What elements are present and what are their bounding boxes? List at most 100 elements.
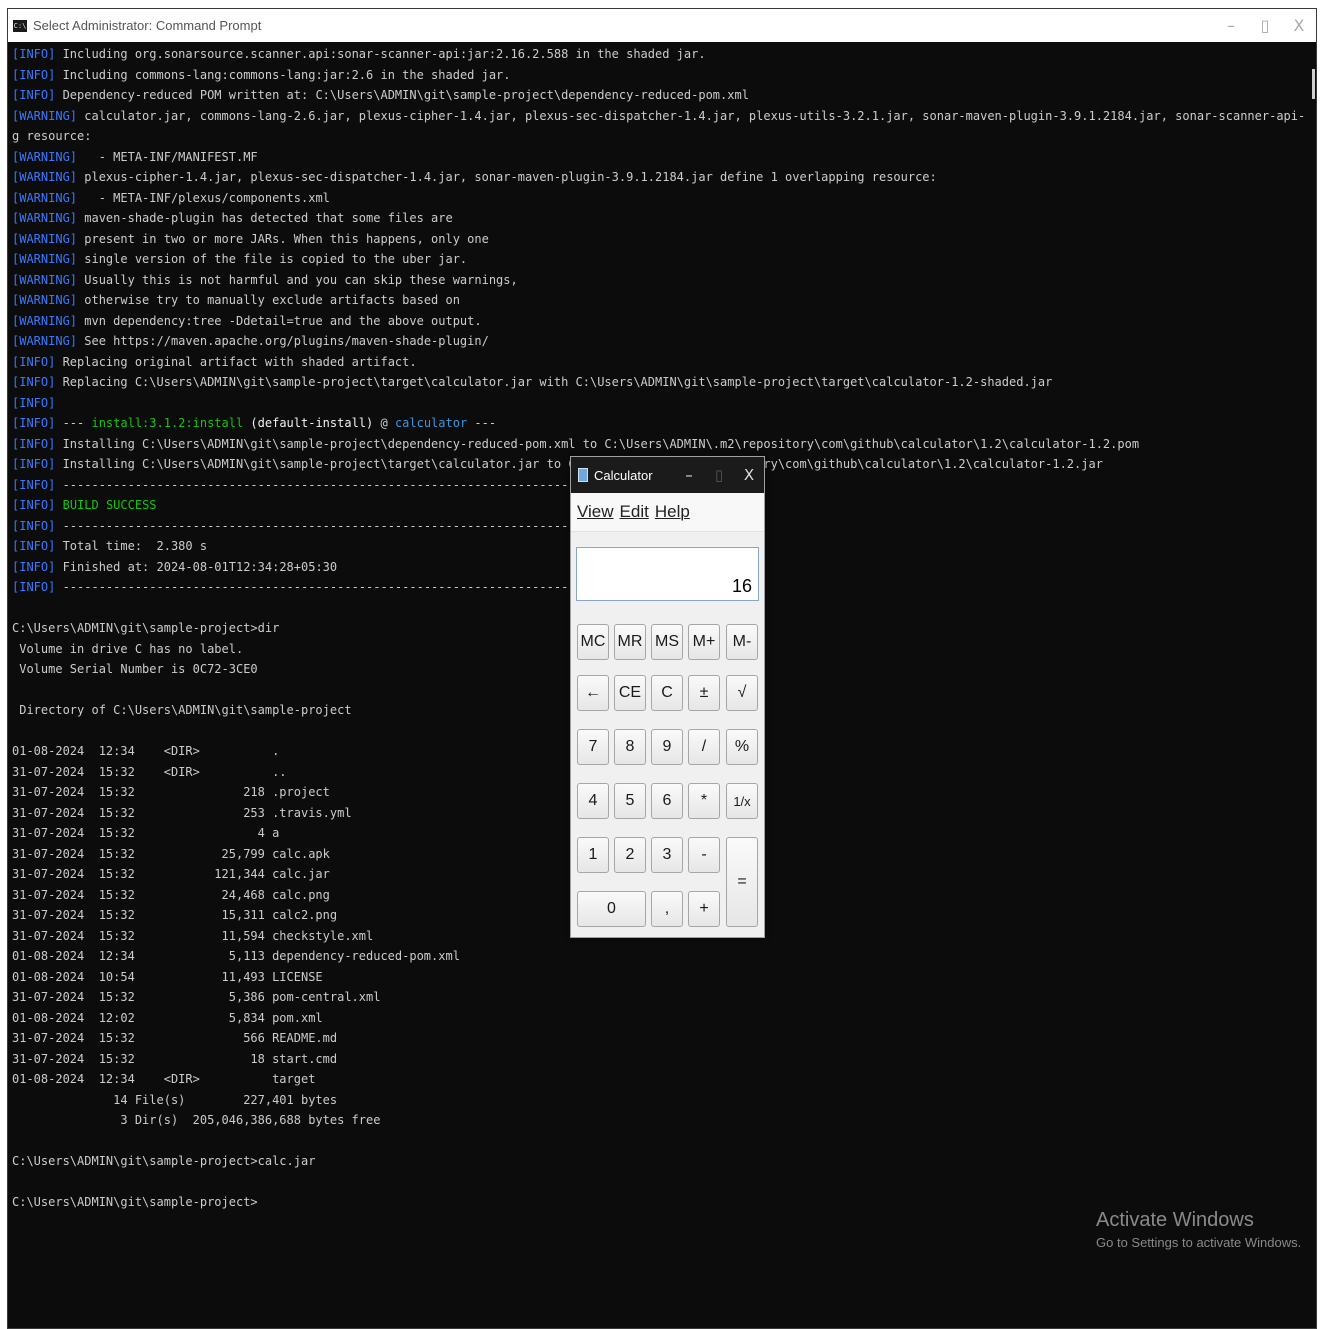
log-level-tag: [WARNING] <box>12 108 78 123</box>
console-line: [WARNING] calculator.jar, commons-lang-2… <box>12 106 1304 127</box>
console-text: calculator.jar, commons-lang-2.6.jar, pl… <box>84 108 1304 123</box>
console-text: ----------------------------------------… <box>55 477 583 492</box>
calc-button-ce[interactable]: CE <box>614 675 646 711</box>
console-text: 31-07-2024 15:32 5,386 pom-central.xml <box>12 990 381 1004</box>
calculator-title: Calculator <box>594 467 653 483</box>
cmd-maximize-button[interactable]: ▯ <box>1248 16 1282 35</box>
calc-button-reciprocal[interactable]: 1/x <box>726 783 758 819</box>
cmd-window-title: Select Administrator: Command Prompt <box>33 18 262 33</box>
console-text: --- <box>467 416 497 430</box>
calc-button-mr[interactable]: MR <box>614 624 646 660</box>
console-text: ----------------------------------------… <box>55 518 583 533</box>
calc-button-negate[interactable]: ± <box>688 675 720 711</box>
console-text: Volume Serial Number is 0C72-3CE0 <box>12 662 258 676</box>
console-text: 14 File(s) 227,401 bytes <box>12 1092 338 1107</box>
console-text: otherwise try to manually exclude artifa… <box>77 293 460 307</box>
menu-edit[interactable]: Edit <box>620 502 649 522</box>
log-level-tag: [INFO] <box>12 67 56 82</box>
cmd-minimize-button[interactable]: – <box>1214 16 1248 35</box>
calc-close-button[interactable]: X <box>734 466 764 484</box>
menu-view[interactable]: View <box>577 502 614 522</box>
calc-button-7[interactable]: 7 <box>577 729 609 765</box>
console-text: 3 Dir(s) 205,046,386,688 bytes free <box>12 1113 381 1127</box>
log-level-tag: [WARNING] <box>12 313 78 328</box>
calc-button-backspace[interactable]: ← <box>577 675 609 711</box>
console-line: [INFO] Dependency-reduced POM written at… <box>12 85 1304 106</box>
calculator-app-icon <box>578 468 588 482</box>
menu-help[interactable]: Help <box>655 502 690 522</box>
calc-button-add[interactable]: + <box>688 891 720 927</box>
console-text: Total time: 2.380 s <box>55 539 208 553</box>
log-level-tag: [WARNING] <box>12 231 78 246</box>
cmd-titlebar[interactable]: C:\ Select Administrator: Command Prompt… <box>8 9 1316 42</box>
console-line: [INFO] Including commons-lang:commons-la… <box>12 65 1304 86</box>
console-line: 01-08-2024 12:34 5,113 dependency-reduce… <box>12 946 1304 967</box>
console-line: [WARNING] Usually this is not harmful an… <box>12 270 1304 291</box>
console-line: [WARNING] maven-shade-plugin has detecte… <box>12 208 1304 229</box>
calc-button-m-minus[interactable]: M- <box>726 624 758 660</box>
calc-button-percent[interactable]: % <box>726 729 758 765</box>
calculator-window[interactable]: Calculator – ▯ X View Edit Help 16 MC MR M… <box>570 456 765 938</box>
console-text: C:\Users\ADMIN\git\sample-project>calc.j… <box>12 1154 316 1168</box>
calc-button-mc[interactable]: MC <box>577 624 609 660</box>
console-text: calculator <box>394 416 468 430</box>
console-text: plexus-cipher-1.4.jar, plexus-sec-dispat… <box>77 170 937 184</box>
console-text: Finished at: 2024-08-01T12:34:28+05:30 <box>55 559 338 574</box>
log-level-tag: [INFO] <box>12 436 56 451</box>
console-text: 31-07-2024 15:32 218 .project <box>12 785 330 799</box>
console-line: g resource: <box>12 126 1304 147</box>
calc-button-8[interactable]: 8 <box>614 729 646 765</box>
calc-button-clear[interactable]: C <box>651 675 683 711</box>
console-text: ----------------------------------------… <box>55 580 583 594</box>
console-text: 31-07-2024 15:32 24,468 calc.png <box>12 887 330 902</box>
calc-button-subtract[interactable]: - <box>688 837 720 873</box>
cmd-close-button[interactable]: X <box>1282 16 1316 35</box>
console-text: See https://maven.apache.org/plugins/mav… <box>77 334 489 348</box>
log-level-tag: [INFO] <box>12 518 56 533</box>
calc-button-5[interactable]: 5 <box>614 783 646 819</box>
console-text: maven-shade-plugin has detected that som… <box>77 211 453 225</box>
calc-button-equals[interactable]: = <box>726 837 758 927</box>
console-line: 01-08-2024 12:02 5,834 pom.xml <box>12 1008 1304 1029</box>
calc-button-9[interactable]: 9 <box>651 729 683 765</box>
console-text: BUILD SUCCESS <box>62 498 157 512</box>
log-level-tag: [INFO] <box>12 559 56 574</box>
console-text: Directory of C:\Users\ADMIN\git\sample-p… <box>12 703 352 717</box>
calc-maximize-button: ▯ <box>714 466 724 484</box>
console-text: Volume in drive C has no label. <box>12 641 244 656</box>
cmd-scrollbar-thumb[interactable] <box>1312 69 1315 99</box>
calc-button-0[interactable]: 0 <box>577 891 646 927</box>
console-line: [INFO] Replacing C:\Users\ADMIN\git\samp… <box>12 372 1304 393</box>
console-line: [WARNING] mvn dependency:tree -Ddetail=t… <box>12 311 1304 332</box>
console-line: [WARNING] - META-INF/MANIFEST.MF <box>12 147 1304 168</box>
console-text: mvn dependency:tree -Ddetail=true and th… <box>77 313 482 328</box>
activate-windows-watermark: Activate Windows Go to Settings to activ… <box>1096 1206 1301 1252</box>
console-text: @ <box>373 416 395 430</box>
calc-button-4[interactable]: 4 <box>577 783 609 819</box>
calc-button-3[interactable]: 3 <box>651 837 683 873</box>
console-text: 31-07-2024 15:32 566 README.md <box>12 1031 338 1045</box>
console-text: Replacing original artifact with shaded … <box>55 354 417 369</box>
calculator-display: 16 <box>576 547 759 601</box>
log-level-tag: [WARNING] <box>12 190 78 205</box>
console-text: Installing C:\Users\ADMIN\git\sample-pro… <box>55 436 1140 451</box>
log-level-tag: [WARNING] <box>12 272 78 287</box>
calc-button-decimal[interactable]: , <box>651 891 683 927</box>
calc-button-sqrt[interactable]: √ <box>726 675 758 711</box>
cmd-app-icon: C:\ <box>13 19 27 32</box>
console-text: 31-07-2024 15:32 4 a <box>12 826 280 840</box>
calc-button-divide[interactable]: / <box>688 729 720 765</box>
calc-button-m-plus[interactable]: M+ <box>688 624 720 660</box>
console-line: C:\Users\ADMIN\git\sample-project>calc.j… <box>12 1151 1304 1172</box>
activate-subtitle: Go to Settings to activate Windows. <box>1096 1235 1302 1250</box>
calc-button-multiply[interactable]: * <box>688 783 720 819</box>
calc-minimize-button[interactable]: – <box>674 466 704 484</box>
console-text: install:3.1.2:install <box>91 416 244 430</box>
log-level-tag: [INFO] <box>12 477 56 492</box>
calc-button-1[interactable]: 1 <box>577 837 609 873</box>
calc-button-2[interactable]: 2 <box>614 837 646 873</box>
calc-button-ms[interactable]: MS <box>651 624 683 660</box>
calc-button-6[interactable]: 6 <box>651 783 683 819</box>
calculator-titlebar[interactable]: Calculator – ▯ X <box>571 457 764 493</box>
